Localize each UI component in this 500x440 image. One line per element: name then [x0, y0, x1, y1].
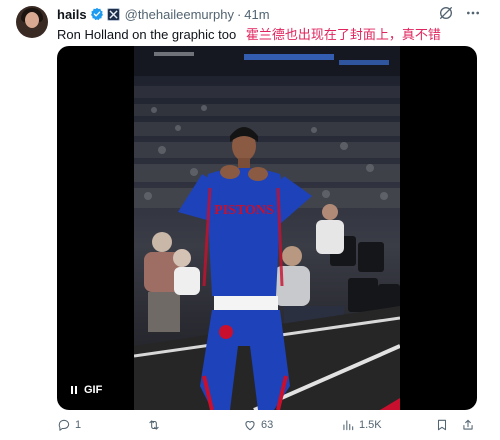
views-icon	[343, 420, 354, 431]
share-icon	[463, 419, 473, 430]
tweet-text: Ron Holland on the graphic too 霍兰德也出现在了封…	[57, 24, 441, 43]
author-handle[interactable]: @thehaileemurphy	[125, 7, 234, 22]
like-button[interactable]: 63	[243, 418, 273, 432]
gif-badge[interactable]: GIF	[65, 380, 109, 400]
grok-icon[interactable]	[438, 5, 454, 21]
like-count: 63	[261, 419, 274, 431]
tweet-header: hails @thehaileemurphy · 41m	[57, 6, 270, 22]
player-scene-illustration: PISTONS	[134, 46, 400, 410]
reply-icon	[58, 419, 70, 431]
gif-frame: PISTONS	[134, 46, 400, 410]
like-icon	[245, 421, 255, 431]
action-bar: 1 63 1.5K	[57, 418, 477, 436]
reply-count: 1	[75, 419, 82, 431]
tweet-body: Ron Holland on the graphic too	[57, 27, 237, 42]
more-icon[interactable]	[464, 5, 482, 21]
avatar[interactable]	[16, 6, 48, 38]
timestamp[interactable]: 41m	[244, 7, 269, 22]
pause-icon[interactable]	[71, 386, 77, 394]
affiliate-badge-icon	[106, 7, 120, 21]
views-count: 1.5K	[359, 419, 382, 431]
bookmark-button[interactable]	[435, 418, 449, 432]
tweet[interactable]: hails @thehaileemurphy · 41m Ron Holland…	[0, 0, 500, 440]
translation-text: 霍兰德也出现在了封面上，真不错	[245, 27, 441, 42]
reply-button[interactable]: 1	[57, 418, 81, 432]
gif-media[interactable]: PISTONS GIF	[57, 46, 477, 410]
retweet-icon	[149, 420, 159, 430]
verified-badge-icon	[90, 7, 103, 21]
share-button[interactable]	[461, 418, 475, 432]
gif-label: GIF	[84, 384, 103, 396]
author-name[interactable]: hails	[57, 7, 87, 22]
separator-dot: ·	[236, 6, 242, 22]
bookmark-icon	[437, 419, 447, 431]
views-button[interactable]: 1.5K	[341, 418, 382, 432]
jersey-text: PISTONS	[214, 203, 274, 218]
retweet-button[interactable]	[147, 418, 165, 432]
